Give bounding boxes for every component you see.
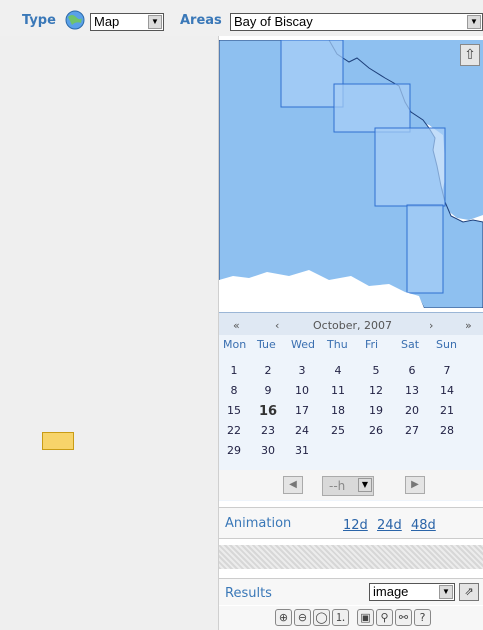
weekday-label: Fri xyxy=(365,338,379,351)
calendar-day[interactable]: 11 xyxy=(323,384,353,397)
calendar-day[interactable]: 24 xyxy=(287,424,317,437)
calendar-day[interactable]: 12 xyxy=(361,384,391,397)
results-bar: Results image ▼ ⇗ xyxy=(219,578,483,605)
calendar-day[interactable]: 28 xyxy=(432,424,462,437)
calendar-day[interactable]: 19 xyxy=(361,404,391,417)
type-select[interactable]: Map ▼ xyxy=(90,13,164,31)
calendar-day[interactable]: 1 xyxy=(219,364,249,377)
region-box[interactable] xyxy=(333,83,411,133)
area-map[interactable] xyxy=(219,40,483,308)
calendar-day[interactable]: 15 xyxy=(219,404,249,417)
calendar-day[interactable]: 26 xyxy=(361,424,391,437)
globe-icon xyxy=(65,10,85,30)
export-icon[interactable]: ⇗ xyxy=(459,583,479,601)
calendar-day[interactable]: 17 xyxy=(287,404,317,417)
selected-day-highlight xyxy=(42,432,74,450)
chevron-down-icon[interactable]: ▼ xyxy=(358,478,372,492)
calendar-day[interactable]: 29 xyxy=(219,444,249,457)
animation-bar: Animation 12d 24d 48d xyxy=(219,507,483,539)
next-month-button[interactable]: › xyxy=(429,319,433,332)
calendar-day[interactable]: 22 xyxy=(219,424,249,437)
calendar-day[interactable]: 8 xyxy=(219,384,249,397)
calendar-month-label: October, 2007 xyxy=(313,319,393,332)
weekday-label: Thu xyxy=(327,338,348,351)
left-panel xyxy=(0,36,218,630)
calendar-day[interactable]: 31 xyxy=(287,444,317,457)
output-format-value: image xyxy=(373,584,409,599)
calendar-day[interactable]: 6 xyxy=(397,364,427,377)
calendar-day[interactable]: 10 xyxy=(287,384,317,397)
calendar-day[interactable]: 23 xyxy=(253,424,283,437)
weekday-label: Sat xyxy=(401,338,420,351)
chevron-down-icon[interactable]: ▼ xyxy=(467,15,481,29)
areas-label: Areas xyxy=(180,13,222,28)
calendar-day[interactable]: 3 xyxy=(287,364,317,377)
type-label: Type xyxy=(22,13,56,28)
calendar-day[interactable]: 5 xyxy=(361,364,391,377)
prev-month-button[interactable]: ‹ xyxy=(275,319,279,332)
calendar-day[interactable]: 14 xyxy=(432,384,462,397)
link-icon[interactable]: ⚲ xyxy=(376,609,393,626)
calendar-day[interactable]: 16 xyxy=(253,404,283,419)
region-box[interactable] xyxy=(374,127,446,207)
calendar-day[interactable]: 27 xyxy=(397,424,427,437)
weekday-row: Mon Tue Wed Thu Fri Sat Sun xyxy=(219,338,483,352)
unlink-icon[interactable]: ⚯ xyxy=(395,609,412,626)
next-year-button[interactable]: » xyxy=(465,319,472,332)
chevron-down-icon[interactable]: ▼ xyxy=(439,585,453,599)
help-icon[interactable]: ? xyxy=(414,609,431,626)
next-hour-button[interactable]: ▶ xyxy=(405,476,425,494)
weekday-label: Mon xyxy=(223,338,247,351)
map-tools: ⊕ ⊖ ◯ ⒈ ▣ ⚲ ⚯? xyxy=(219,606,483,630)
animation-label: Animation xyxy=(225,516,292,531)
area-select-value: Bay of Biscay xyxy=(234,14,313,29)
zoom-1-1-icon[interactable]: ⒈ xyxy=(332,609,349,626)
save-icon[interactable]: ▣ xyxy=(357,609,374,626)
zoom-extent-icon[interactable]: ◯ xyxy=(313,609,330,626)
prev-year-button[interactable]: « xyxy=(233,319,240,332)
region-box[interactable] xyxy=(406,204,444,294)
hour-select[interactable]: --h ▼ xyxy=(322,476,374,496)
hour-controls: ◀ --h ▼ ▶ xyxy=(219,470,483,500)
weekday-label: Tue xyxy=(257,338,276,351)
calendar-days: 1 2 3 4 5 6 7 8 9 10 11 12 13 14 15 16 17 18 19 20 21 22 23 24 2… xyxy=(219,364,483,464)
calendar-day[interactable]: 4 xyxy=(323,364,353,377)
chevron-down-icon[interactable]: ▼ xyxy=(148,15,162,29)
animation-link-48d[interactable]: 48d xyxy=(411,518,436,533)
weekday-label: Sun xyxy=(436,338,457,351)
calendar-day[interactable]: 7 xyxy=(432,364,462,377)
area-select[interactable]: Bay of Biscay ▼ xyxy=(230,13,483,31)
zoom-out-icon[interactable]: ⊖ xyxy=(294,609,311,626)
calendar-header: « ‹ October, 2007 › » xyxy=(219,313,483,335)
calendar-day[interactable]: 30 xyxy=(253,444,283,457)
calendar-day[interactable]: 13 xyxy=(397,384,427,397)
prev-hour-button[interactable]: ◀ xyxy=(283,476,303,494)
arrow-up-icon[interactable]: ⇧ xyxy=(460,44,480,66)
divider-pattern xyxy=(219,545,483,569)
results-label: Results xyxy=(225,586,272,601)
animation-link-12d[interactable]: 12d xyxy=(343,518,368,533)
type-select-value: Map xyxy=(94,14,120,29)
weekday-label: Wed xyxy=(291,338,315,351)
zoom-in-icon[interactable]: ⊕ xyxy=(275,609,292,626)
calendar-day[interactable]: 2 xyxy=(253,364,283,377)
calendar-day[interactable]: 9 xyxy=(253,384,283,397)
calendar-day[interactable]: 25 xyxy=(323,424,353,437)
animation-link-24d[interactable]: 24d xyxy=(377,518,402,533)
calendar-day[interactable]: 18 xyxy=(323,404,353,417)
calendar-day[interactable]: 21 xyxy=(432,404,462,417)
output-format-select[interactable]: image ▼ xyxy=(369,583,455,601)
hour-select-value: --h xyxy=(329,479,346,493)
calendar-day[interactable]: 20 xyxy=(397,404,427,417)
map-canvas[interactable] xyxy=(219,40,483,308)
